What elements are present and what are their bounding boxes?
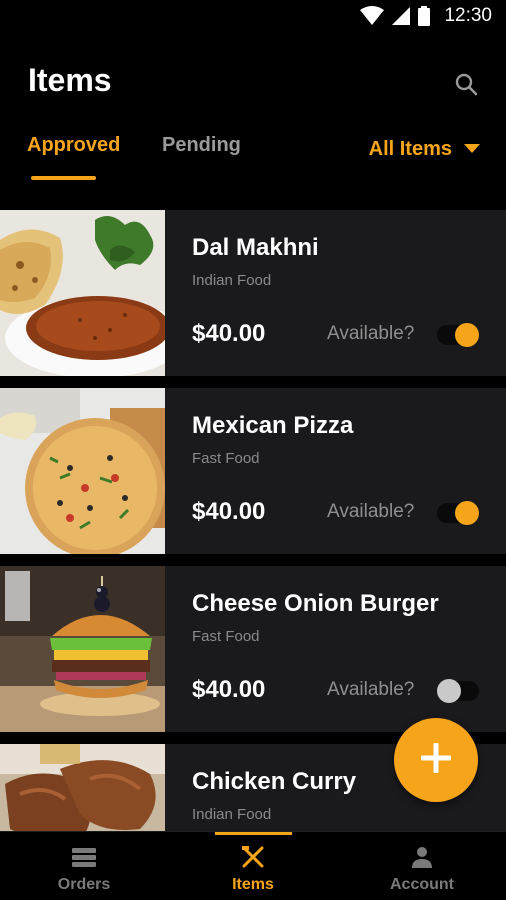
add-item-button[interactable]	[394, 718, 478, 802]
food-image	[0, 388, 165, 554]
filter-dropdown[interactable]: All Items	[369, 138, 480, 161]
item-card[interactable]: Cheese Onion Burger Fast Food $40.00 Ava…	[0, 566, 506, 732]
nav-items[interactable]: Items	[169, 832, 337, 900]
person-icon	[412, 844, 432, 870]
toggle-knob	[437, 679, 461, 703]
item-details: Dal Makhni Indian Food $40.00 Available?	[165, 210, 506, 376]
tab-approved[interactable]: Approved	[27, 134, 120, 157]
item-category: Fast Food	[192, 628, 260, 645]
search-icon	[454, 72, 478, 101]
item-category: Fast Food	[192, 450, 260, 467]
availability-toggle[interactable]	[437, 679, 479, 703]
battery-icon	[418, 6, 431, 26]
item-details: Mexican Pizza Fast Food $40.00 Available…	[165, 388, 506, 554]
item-name: Dal Makhni	[192, 234, 319, 261]
plus-icon	[421, 742, 451, 778]
availability-toggle[interactable]	[437, 323, 479, 347]
item-card[interactable]: Dal Makhni Indian Food $40.00 Available?	[0, 210, 506, 376]
food-image	[0, 744, 165, 831]
page-title: Items	[28, 62, 112, 98]
bottom-navigation: Orders Items Account	[0, 831, 506, 900]
item-price: $40.00	[192, 320, 266, 347]
item-details: Cheese Onion Burger Fast Food $40.00 Ava…	[165, 566, 506, 732]
nav-account-label: Account	[390, 876, 454, 893]
availability-label: Available?	[327, 323, 415, 344]
toggle-knob	[455, 501, 479, 525]
item-price: $40.00	[192, 498, 266, 525]
nav-account[interactable]: Account	[338, 832, 506, 900]
item-name: Chicken Curry	[192, 768, 357, 795]
status-bar: 12:30	[0, 0, 506, 32]
filter-label: All Items	[368, 138, 452, 160]
list-icon	[72, 844, 96, 870]
search-button[interactable]	[450, 70, 482, 102]
nav-items-label: Items	[232, 876, 274, 893]
item-category: Indian Food	[192, 806, 272, 823]
fork-knife-icon	[240, 844, 266, 870]
nav-orders[interactable]: Orders	[0, 832, 168, 900]
cellular-signal-icon	[392, 7, 411, 25]
tab-pending[interactable]: Pending	[162, 134, 241, 157]
tab-bar: Approved Pending All Items	[0, 130, 506, 190]
availability-label: Available?	[327, 501, 415, 522]
food-image	[0, 566, 165, 732]
toggle-knob	[455, 323, 479, 347]
food-image	[0, 210, 165, 376]
status-time: 12:30	[444, 5, 492, 26]
availability-toggle[interactable]	[437, 501, 479, 525]
availability-label: Available?	[327, 679, 415, 700]
item-category: Indian Food	[192, 272, 272, 289]
item-name: Cheese Onion Burger	[192, 590, 439, 617]
nav-orders-label: Orders	[57, 876, 111, 893]
tab-indicator	[31, 176, 96, 180]
wifi-icon	[360, 6, 385, 26]
app-header: Items Approved Pending All Items	[0, 32, 506, 208]
item-card[interactable]: Mexican Pizza Fast Food $40.00 Available…	[0, 388, 506, 554]
item-name: Mexican Pizza	[192, 412, 354, 439]
item-price: $40.00	[192, 676, 266, 703]
dropdown-arrow-icon	[464, 141, 480, 159]
